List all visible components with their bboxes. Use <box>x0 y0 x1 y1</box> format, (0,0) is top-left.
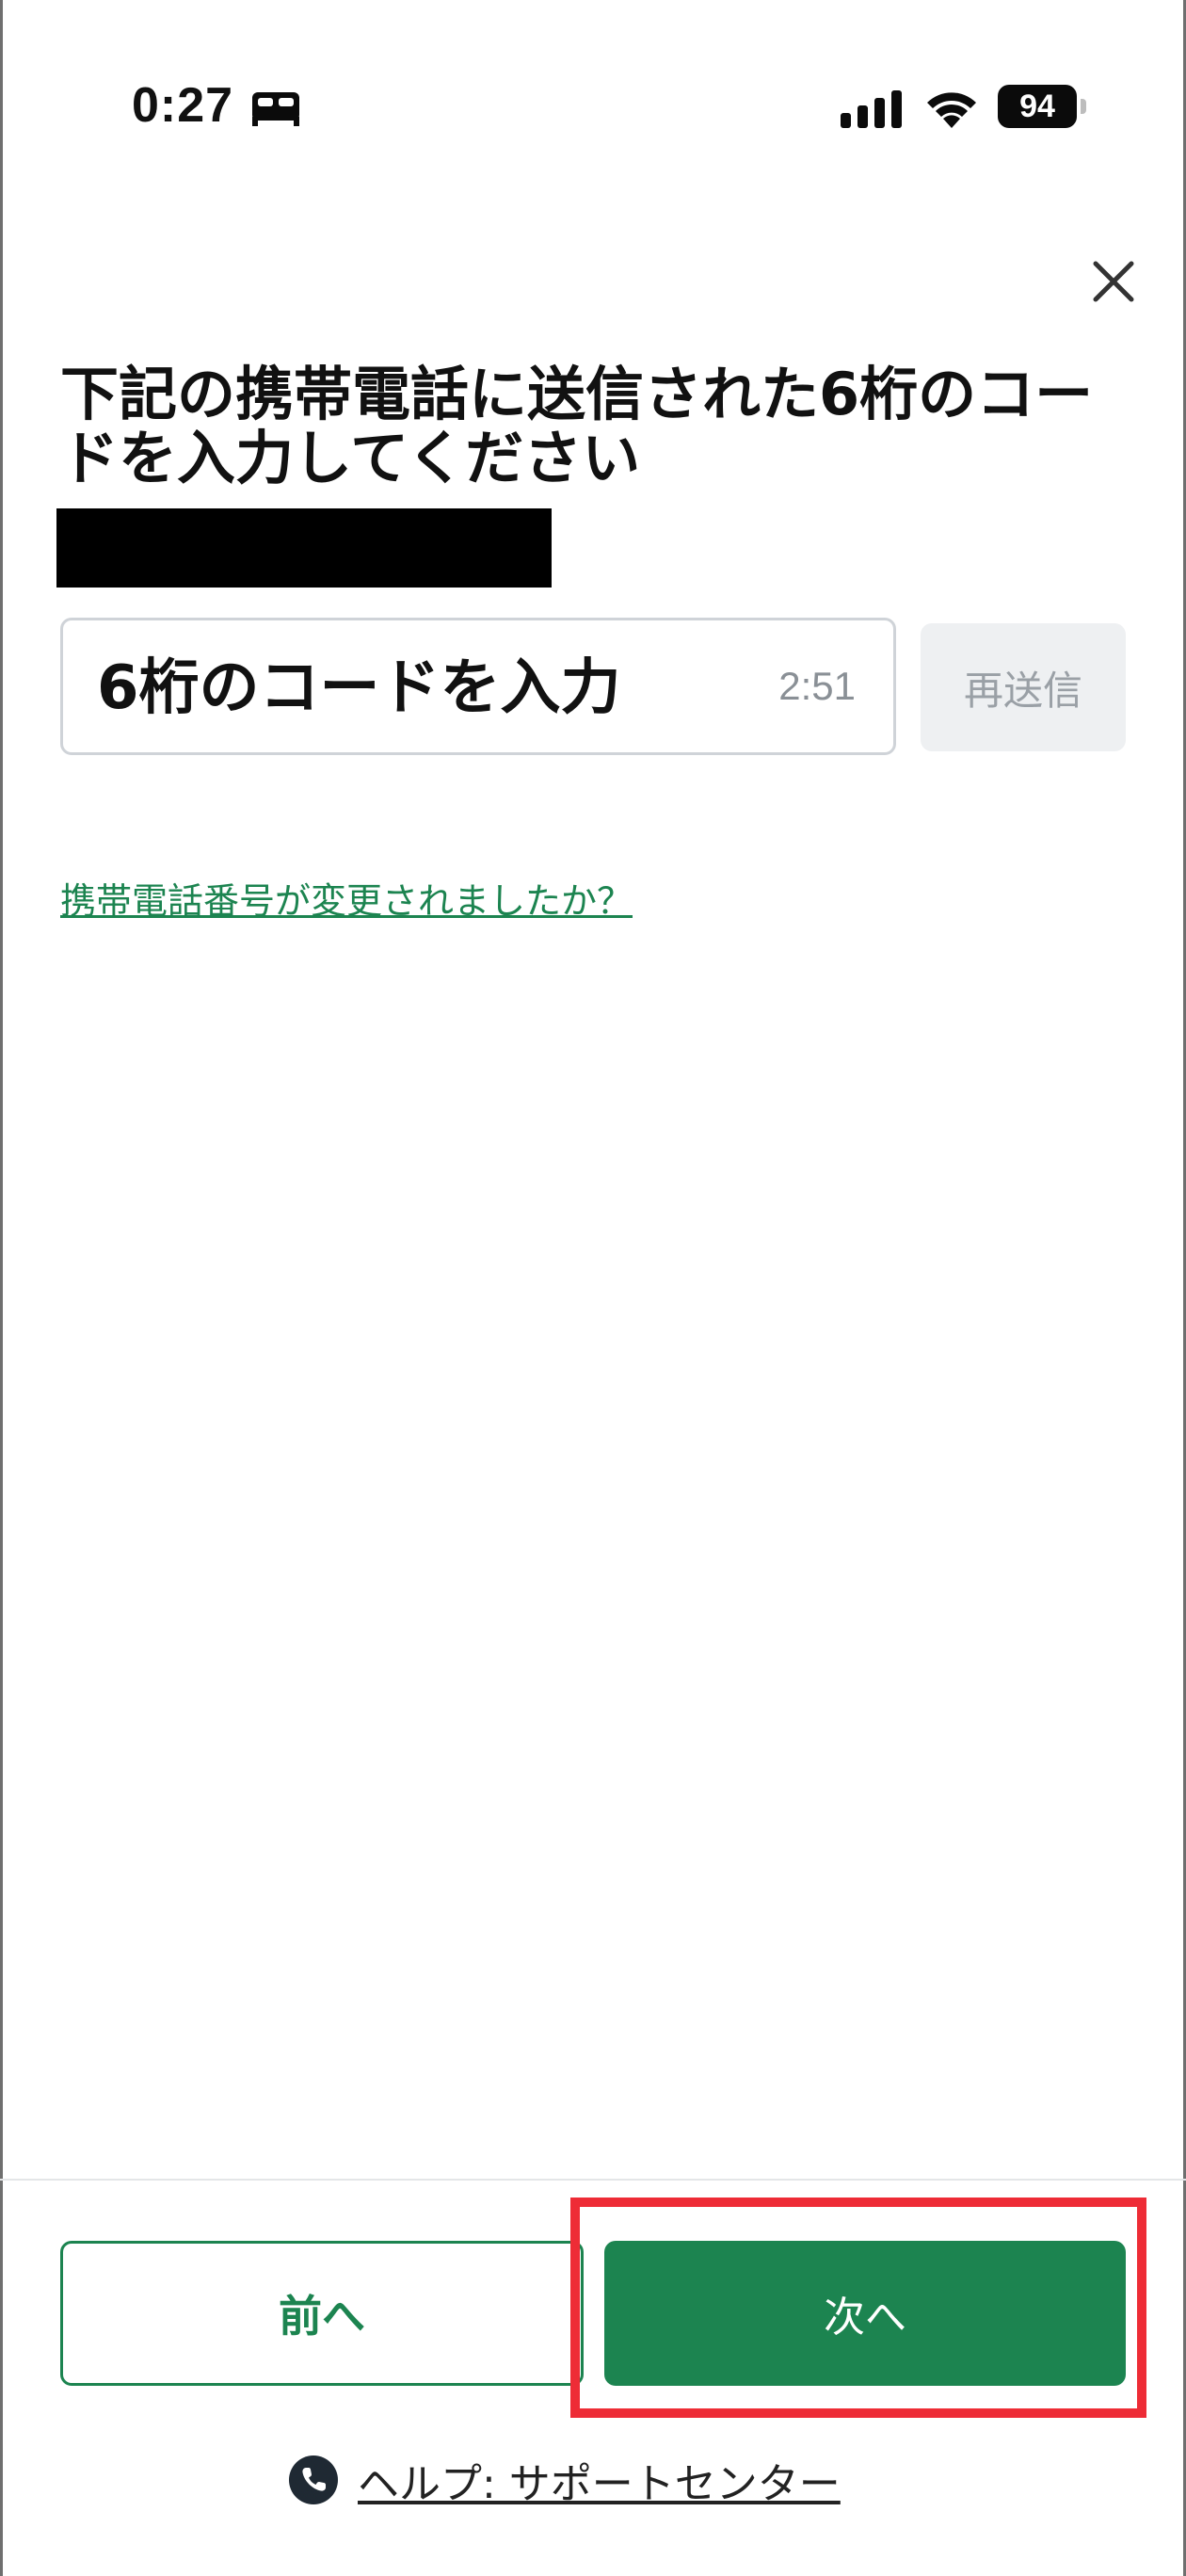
phone-icon <box>289 2455 338 2504</box>
wifi-icon <box>927 92 976 128</box>
cellular-signal-icon <box>841 90 902 128</box>
close-icon[interactable] <box>1082 250 1145 313</box>
battery-tip <box>1081 99 1086 114</box>
help-support-row[interactable]: ヘルプ: サポートセンター <box>288 2452 841 2508</box>
phone-changed-link[interactable]: 携帯電話番号が変更されましたか？ <box>60 872 633 924</box>
frame-edge-left <box>0 0 3 2576</box>
status-bar: 0:27 94 <box>0 0 1186 151</box>
code-input-field[interactable]: 2:51 <box>60 618 896 755</box>
bed-icon <box>252 92 299 126</box>
resend-button[interactable]: 再送信 <box>921 623 1126 751</box>
battery-level: 94 <box>998 85 1077 128</box>
page-title: 下記の携帯電話に送信された6桁のコードを入力してください <box>60 360 1094 492</box>
footer-divider <box>0 2179 1186 2181</box>
next-button[interactable]: 次へ <box>604 2241 1126 2386</box>
back-button[interactable]: 前へ <box>60 2241 584 2386</box>
countdown-timer: 2:51 <box>778 664 856 708</box>
status-time: 0:27 <box>132 78 234 133</box>
battery-icon: 94 <box>998 85 1086 130</box>
redacted-phone-number <box>56 508 552 588</box>
help-support-link[interactable]: ヘルプ: サポートセンター <box>358 2450 841 2510</box>
code-input[interactable] <box>97 643 746 733</box>
